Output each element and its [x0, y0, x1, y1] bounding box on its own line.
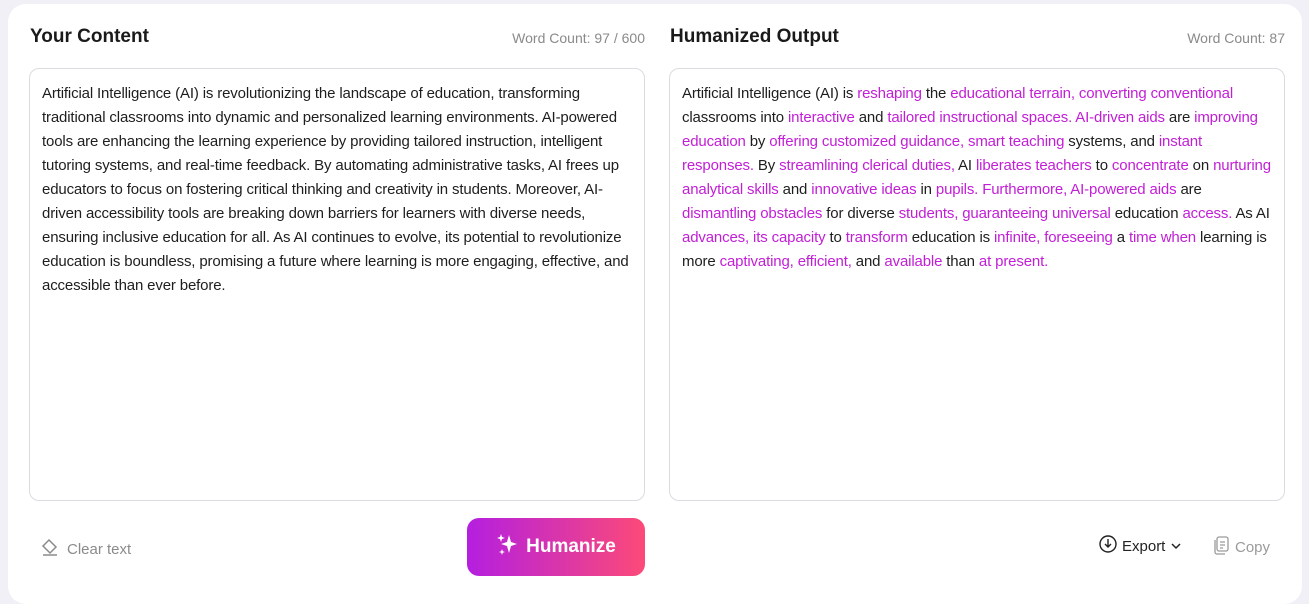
- input-title: Your Content: [30, 26, 149, 47]
- changed-phrase: reshaping: [857, 85, 922, 102]
- changed-phrase: interactive: [787, 109, 855, 126]
- clear-text-button[interactable]: Clear text: [40, 538, 131, 560]
- unchanged-text: in: [916, 181, 936, 198]
- unchanged-text: to: [1091, 157, 1112, 174]
- unchanged-text: Artificial Intelligence (AI) is: [682, 85, 858, 102]
- changed-phrase: infinite, foreseeing: [994, 229, 1113, 246]
- changed-phrase: at present.: [978, 253, 1049, 270]
- copy-button[interactable]: Copy: [1212, 535, 1270, 559]
- copy-icon: [1212, 535, 1230, 559]
- changed-phrase: tailored instructional spaces. AI-driven…: [887, 109, 1165, 126]
- sparkles-icon: [496, 532, 520, 562]
- unchanged-text: for diverse: [822, 205, 899, 222]
- unchanged-text: education is: [907, 229, 994, 246]
- unchanged-text: are: [1164, 109, 1195, 126]
- changed-phrase: offering customized guidance, smart teac…: [769, 133, 1065, 150]
- unchanged-text: and: [854, 109, 888, 126]
- chevron-down-icon: [1170, 538, 1182, 555]
- changed-phrase: access.: [1182, 205, 1233, 222]
- clear-text-label: Clear text: [67, 540, 132, 558]
- changed-phrase: educational terrain, converting conventi…: [950, 85, 1234, 102]
- changed-phrase: concentrate: [1111, 157, 1189, 174]
- changed-phrase: dismantling obstacles: [682, 205, 823, 222]
- changed-phrase: advances, its capacity: [682, 229, 826, 246]
- eraser-icon: [40, 538, 60, 560]
- export-label: Export: [1122, 537, 1166, 555]
- changed-phrase: pupils. Furthermore, AI-powered aids: [935, 181, 1177, 198]
- changed-phrase: streamlining clerical duties,: [779, 157, 955, 174]
- unchanged-text: classrooms into: [682, 109, 788, 126]
- changed-phrase: liberates teachers: [975, 157, 1092, 174]
- output-title: Humanized Output: [670, 26, 839, 47]
- humanize-label: Humanize: [526, 536, 616, 557]
- unchanged-text: to: [825, 229, 846, 246]
- unchanged-text: systems, and: [1064, 133, 1159, 150]
- unchanged-text: By: [753, 157, 780, 174]
- export-dropdown[interactable]: Export: [1099, 535, 1182, 557]
- input-textarea[interactable]: Artificial Intelligence (AI) is revoluti…: [29, 68, 645, 501]
- changed-phrase: captivating, efficient,: [719, 253, 852, 270]
- changed-phrase: innovative ideas: [811, 181, 917, 198]
- unchanged-text: As AI: [1232, 205, 1270, 222]
- unchanged-text: AI: [954, 157, 976, 174]
- unchanged-text: education: [1110, 205, 1183, 222]
- unchanged-text: are: [1176, 181, 1202, 198]
- humanize-button[interactable]: Humanize: [467, 518, 645, 576]
- unchanged-text: on: [1188, 157, 1214, 174]
- unchanged-text: and: [778, 181, 812, 198]
- unchanged-text: than: [942, 253, 979, 270]
- unchanged-text: the: [921, 85, 951, 102]
- input-word-count: Word Count: 97 / 600: [512, 30, 645, 46]
- unchanged-text: and: [851, 253, 885, 270]
- changed-phrase: transform: [845, 229, 908, 246]
- changed-phrase: available: [884, 253, 943, 270]
- output-word-count: Word Count: 87: [1187, 30, 1285, 46]
- unchanged-text: a: [1112, 229, 1129, 246]
- changed-phrase: time when: [1128, 229, 1196, 246]
- changed-phrase: students, guaranteeing universal: [898, 205, 1111, 222]
- copy-label: Copy: [1235, 538, 1271, 556]
- output-text: Artificial Intelligence (AI) is reshapin…: [669, 68, 1285, 501]
- download-icon: [1099, 535, 1117, 557]
- unchanged-text: by: [745, 133, 770, 150]
